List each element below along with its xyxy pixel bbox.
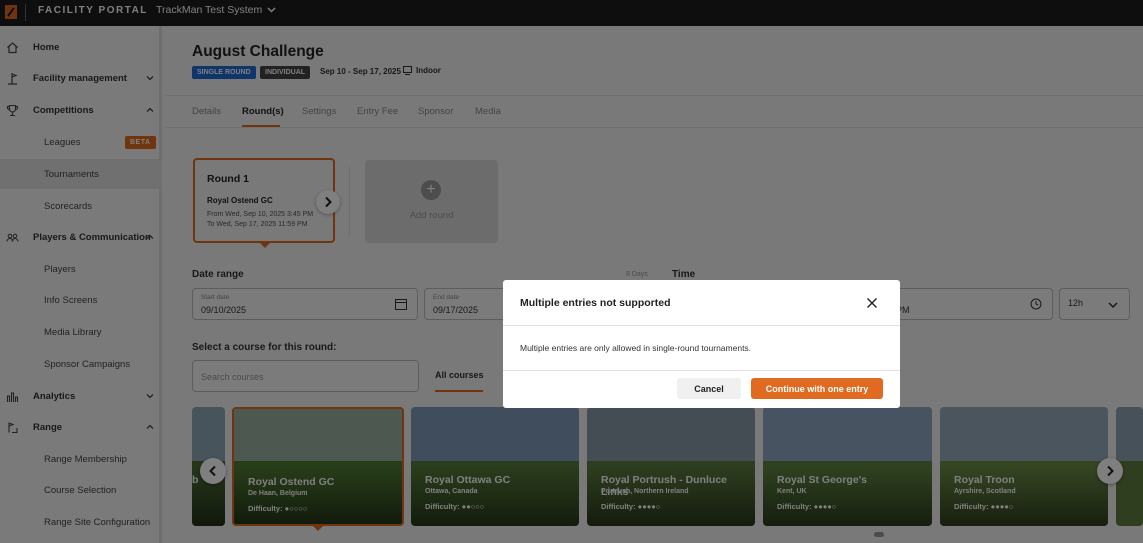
- modal-message: Multiple entries are only allowed in sin…: [520, 343, 752, 353]
- close-icon[interactable]: [865, 296, 879, 310]
- modal-title: Multiple entries not supported: [520, 297, 671, 309]
- divider: [503, 325, 900, 326]
- cancel-button[interactable]: Cancel: [677, 378, 741, 399]
- modal-dialog: Multiple entries not supported Multiple …: [503, 280, 900, 408]
- continue-one-entry-button[interactable]: Continue with one entry: [751, 378, 883, 399]
- divider: [503, 370, 900, 371]
- modal-overlay[interactable]: [0, 0, 1143, 543]
